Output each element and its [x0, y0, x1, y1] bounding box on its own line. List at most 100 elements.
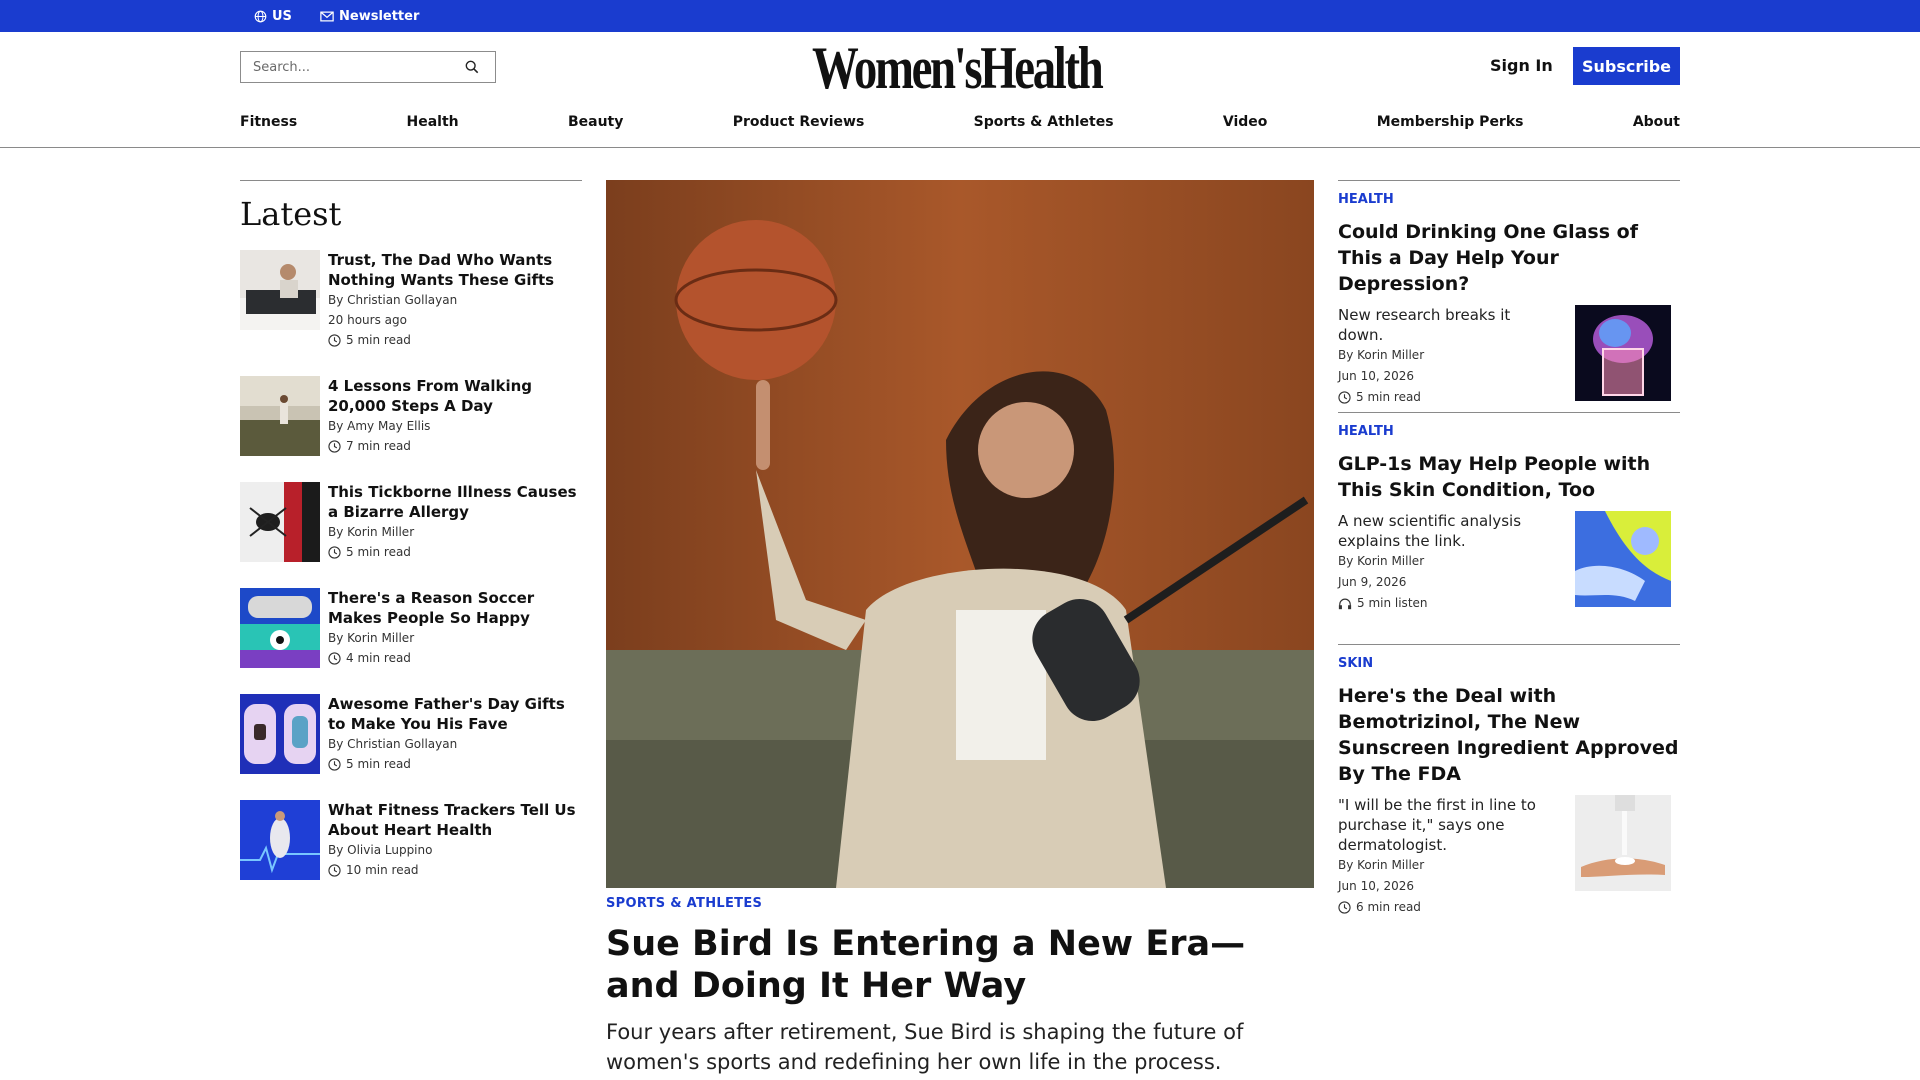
nav-item-health[interactable]: Health	[407, 114, 459, 138]
nav-item-fitness[interactable]: Fitness	[240, 114, 297, 138]
latest-thumbnail[interactable]	[240, 376, 320, 456]
read-time-label: 5 min read	[346, 757, 411, 771]
headphones-icon	[1338, 598, 1352, 610]
section-divider	[240, 180, 582, 181]
latest-item-time: 20 hours ago	[328, 313, 407, 327]
nav-item-product-reviews[interactable]: Product Reviews	[733, 114, 865, 138]
clock-icon	[328, 545, 341, 559]
read-time-label: 4 min read	[346, 651, 411, 665]
article-body: "I will be the first in line to purchase…	[1338, 795, 1680, 914]
latest-thumbnail[interactable]	[240, 588, 320, 668]
hero-image[interactable]	[606, 180, 1314, 888]
nav-item-beauty[interactable]: Beauty	[568, 114, 623, 138]
latest-item-author: By Olivia Luppino	[328, 843, 433, 857]
region-label: US	[272, 8, 292, 24]
search-box	[240, 51, 496, 83]
article-text: "I will be the first in line to purchase…	[1338, 795, 1550, 918]
article-card[interactable]: SKIN Here's the Deal with Bemotrizinol, …	[1338, 644, 1680, 914]
globe-icon	[254, 10, 267, 22]
newsletter-link[interactable]: Newsletter	[320, 0, 419, 32]
hero-title[interactable]: Sue Bird Is Entering a New Era—and Doing…	[606, 923, 1314, 1007]
nav-item-about[interactable]: About	[1633, 114, 1680, 138]
article-author: By Korin Miller	[1338, 858, 1425, 872]
latest-item-text: Awesome Father's Day Gifts to Make You H…	[328, 694, 584, 774]
site-logo[interactable]: Women'sHealth	[812, 36, 1104, 100]
article-date: Jun 10, 2026	[1338, 369, 1415, 383]
read-time-label: 6 min read	[1356, 900, 1421, 914]
latest-item-title[interactable]: What Fitness Trackers Tell Us About Hear…	[328, 800, 584, 840]
latest-item-title[interactable]: This Tickborne Illness Causes a Bizarre …	[328, 482, 584, 522]
search-input[interactable]	[241, 52, 461, 82]
clock-icon	[328, 863, 341, 877]
read-time: 7 min read	[328, 436, 584, 456]
read-time-label: 10 min read	[346, 863, 419, 877]
latest-item-text: There's a Reason Soccer Makes People So …	[328, 588, 584, 668]
read-time: 5 min read	[328, 754, 584, 774]
article-author: By Korin Miller	[1338, 348, 1425, 362]
latest-item-title[interactable]: Trust, The Dad Who Wants Nothing Wants T…	[328, 250, 584, 290]
read-time: 5 min read	[328, 330, 584, 350]
latest-item-text: Trust, The Dad Who Wants Nothing Wants T…	[328, 250, 584, 350]
latest-item-author: By Christian Gollayan	[328, 293, 458, 307]
clock-icon	[1338, 391, 1351, 404]
article-category[interactable]: SKIN	[1338, 656, 1680, 671]
article-dek: A new scientific analysis explains the l…	[1338, 512, 1522, 550]
region-selector[interactable]: US	[254, 0, 292, 32]
mail-icon	[320, 11, 334, 21]
hero-article[interactable]: SPORTS & ATHLETES Sue Bird Is Entering a…	[606, 180, 1314, 1077]
latest-item[interactable]: 4 Lessons From Walking 20,000 Steps A Da…	[240, 376, 582, 460]
article-thumbnail[interactable]	[1575, 511, 1671, 607]
latest-item-title[interactable]: 4 Lessons From Walking 20,000 Steps A Da…	[328, 376, 584, 416]
latest-thumbnail[interactable]	[240, 482, 320, 562]
latest-item-text: 4 Lessons From Walking 20,000 Steps A Da…	[328, 376, 584, 456]
article-title[interactable]: GLP-1s May Help People with This Skin Co…	[1338, 451, 1680, 503]
article-card[interactable]: HEALTH GLP-1s May Help People with This …	[1338, 412, 1680, 611]
article-title[interactable]: Could Drinking One Glass of This a Day H…	[1338, 219, 1680, 297]
site-header: Women'sHealth Sign In Subscribe Fitness …	[0, 32, 1920, 148]
latest-item-author: By Korin Miller	[328, 631, 415, 645]
clock-icon	[328, 757, 341, 771]
latest-item-author: By Korin Miller	[328, 525, 415, 539]
latest-thumbnail[interactable]	[240, 694, 320, 774]
clock-icon	[328, 333, 341, 347]
main-nav: Fitness Health Beauty Product Reviews Sp…	[240, 114, 1680, 138]
latest-item-text: What Fitness Trackers Tell Us About Hear…	[328, 800, 584, 880]
article-thumbnail[interactable]	[1575, 305, 1671, 401]
latest-item[interactable]: This Tickborne Illness Causes a Bizarre …	[240, 482, 582, 566]
article-category[interactable]: HEALTH	[1338, 192, 1680, 207]
article-body: New research breaks it down. By Korin Mi…	[1338, 305, 1680, 405]
article-thumbnail[interactable]	[1575, 795, 1671, 891]
nav-item-sports-athletes[interactable]: Sports & Athletes	[974, 114, 1114, 138]
read-time: 5 min read	[328, 542, 584, 562]
article-title[interactable]: Here's the Deal with Bemotrizinol, The N…	[1338, 683, 1680, 787]
read-time-label: 5 min read	[346, 545, 411, 559]
latest-thumbnail[interactable]	[240, 250, 320, 330]
read-time: 10 min read	[328, 860, 584, 880]
article-card[interactable]: HEALTH Could Drinking One Glass of This …	[1338, 180, 1680, 405]
search-icon[interactable]	[465, 60, 479, 74]
article-author: By Korin Miller	[1338, 554, 1425, 568]
latest-item-title[interactable]: Awesome Father's Day Gifts to Make You H…	[328, 694, 584, 734]
latest-item[interactable]: What Fitness Trackers Tell Us About Hear…	[240, 800, 582, 884]
top-bar: US Newsletter	[0, 0, 1920, 32]
article-date: Jun 9, 2026	[1338, 575, 1407, 589]
listen-time-label: 5 min listen	[1357, 596, 1428, 610]
nav-item-video[interactable]: Video	[1223, 114, 1268, 138]
hero-category[interactable]: SPORTS & ATHLETES	[606, 896, 1314, 911]
clock-icon	[1338, 901, 1351, 914]
article-body: A new scientific analysis explains the l…	[1338, 511, 1680, 611]
article-dek: "I will be the first in line to purchase…	[1338, 796, 1536, 854]
latest-item[interactable]: Trust, The Dad Who Wants Nothing Wants T…	[240, 250, 582, 347]
latest-thumbnail[interactable]	[240, 800, 320, 880]
latest-item-title[interactable]: There's a Reason Soccer Makes People So …	[328, 588, 584, 628]
latest-item[interactable]: Awesome Father's Day Gifts to Make You H…	[240, 694, 582, 778]
nav-item-membership-perks[interactable]: Membership Perks	[1377, 114, 1524, 138]
sign-in-link[interactable]: Sign In	[1490, 56, 1553, 75]
article-date: Jun 10, 2026	[1338, 879, 1415, 893]
article-category[interactable]: HEALTH	[1338, 424, 1680, 439]
read-time-label: 7 min read	[346, 439, 411, 453]
read-time-label: 5 min read	[1356, 390, 1421, 404]
article-text: A new scientific analysis explains the l…	[1338, 511, 1550, 614]
subscribe-button[interactable]: Subscribe	[1573, 47, 1680, 85]
latest-item[interactable]: There's a Reason Soccer Makes People So …	[240, 588, 582, 672]
